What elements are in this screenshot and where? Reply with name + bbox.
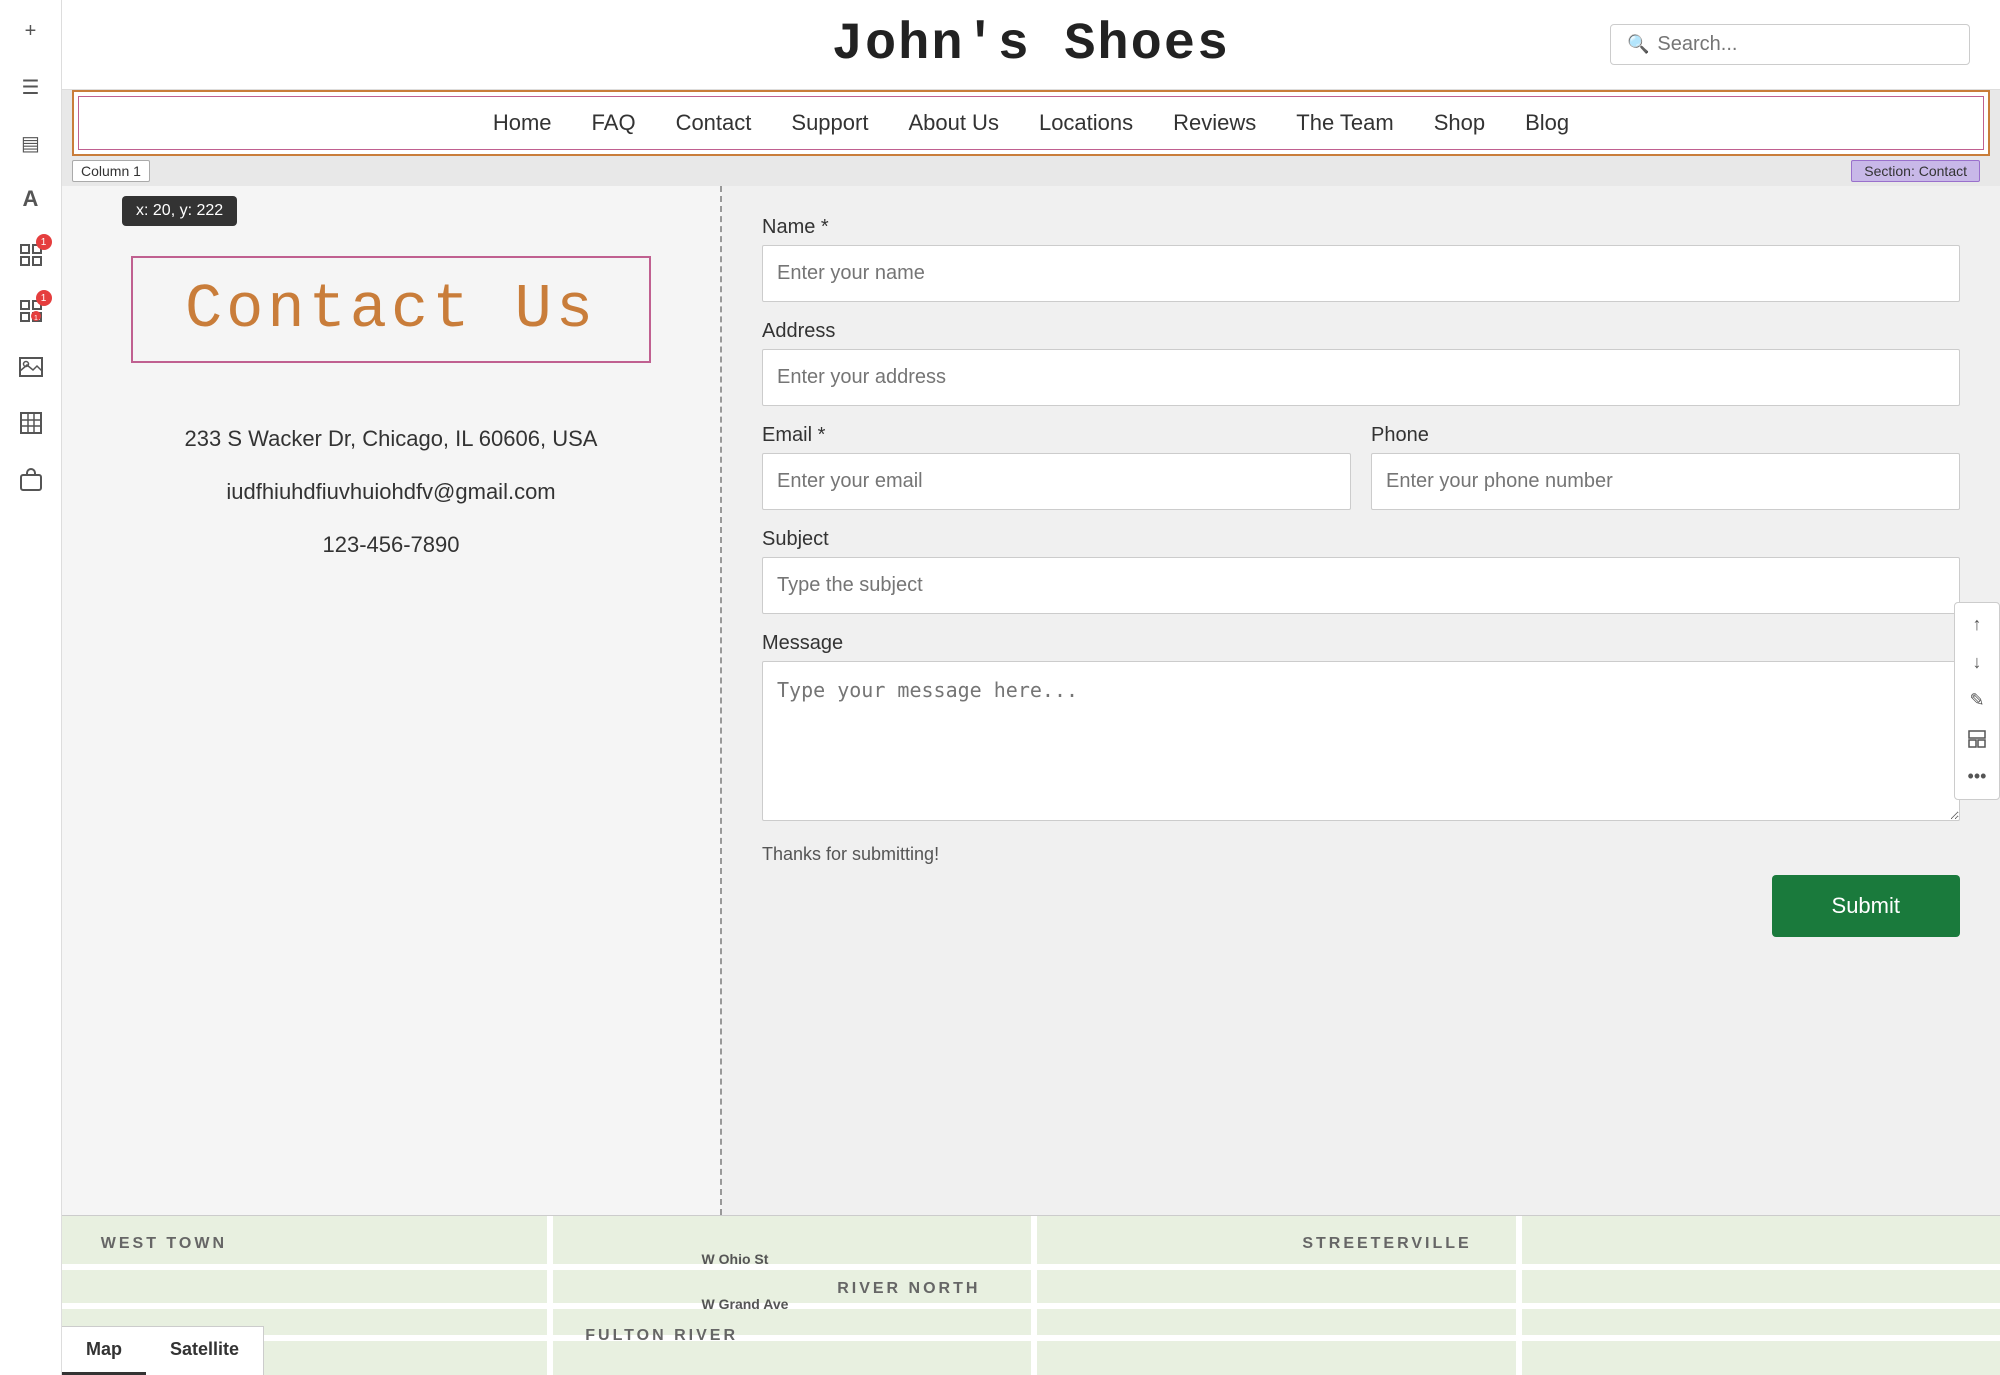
subject-label: Subject xyxy=(762,528,1960,551)
phone-label: Phone xyxy=(1371,424,1960,447)
more-button[interactable]: ••• xyxy=(1959,759,1995,795)
nav-contact[interactable]: Contact xyxy=(676,110,752,136)
nav-home[interactable]: Home xyxy=(493,110,552,136)
contact-info: 233 S Wacker Dr, Chicago, IL 60606, USA … xyxy=(185,413,598,571)
form-row-address: Address xyxy=(762,320,1960,406)
map-label-w-grand: W Grand Ave xyxy=(702,1296,789,1312)
map-label-w-ohio: W Ohio St xyxy=(702,1251,769,1267)
form-row-name: Name * xyxy=(762,216,1960,302)
navbar-wrapper: Home FAQ Contact Support About Us Locati… xyxy=(72,90,1990,156)
nav-about[interactable]: About Us xyxy=(908,110,999,136)
svg-text:1: 1 xyxy=(34,315,38,322)
map-label-fulton-river: FULTON RIVER xyxy=(585,1327,738,1345)
contact-phone: 123-456-7890 xyxy=(185,519,598,572)
contact-heading-box: Contact Us xyxy=(131,256,651,363)
layout-button[interactable] xyxy=(1959,721,1995,757)
column-label: Column 1 xyxy=(72,160,150,182)
map-area: WEST TOWN RIVER NORTH STREETERVILLE FULT… xyxy=(62,1215,2000,1375)
form-row-email-phone: Email * Phone xyxy=(762,424,1960,510)
section-label-bar: Column 1 Section: Contact xyxy=(62,156,2000,186)
section-label: Section: Contact xyxy=(1851,160,1980,182)
plus-icon[interactable]: + xyxy=(14,14,48,48)
search-box[interactable]: 🔍 xyxy=(1610,24,1970,65)
nav-locations[interactable]: Locations xyxy=(1039,110,1133,136)
menu-icon[interactable]: ☰ xyxy=(14,70,48,104)
map-tabs: Map Satellite xyxy=(62,1326,264,1375)
map-label-west-town: WEST TOWN xyxy=(101,1235,227,1253)
nav-blog[interactable]: Blog xyxy=(1525,110,1569,136)
contact-heading: Contact Us xyxy=(173,274,609,345)
map-label-river-north: RIVER NORTH xyxy=(837,1280,980,1298)
message-label: Message xyxy=(762,632,1960,655)
coordinates-tooltip: x: 20, y: 222 xyxy=(122,196,237,226)
badge-count: 1 xyxy=(36,234,52,250)
nav-team[interactable]: The Team xyxy=(1296,110,1393,136)
search-input[interactable] xyxy=(1657,33,1953,56)
contact-address: 233 S Wacker Dr, Chicago, IL 60606, USA xyxy=(185,413,598,466)
email-label: Email * xyxy=(762,424,1351,447)
content-area: x: 20, y: 222 Contact Us 233 S Wacker Dr… xyxy=(62,186,2000,1215)
right-controls-panel: ↑ ↓ ✎ ••• xyxy=(1954,602,2000,800)
email-input[interactable] xyxy=(762,453,1351,510)
map-background: WEST TOWN RIVER NORTH STREETERVILLE FULT… xyxy=(62,1216,2000,1375)
text-icon[interactable]: A xyxy=(14,182,48,216)
badge-count2: 1 xyxy=(36,290,52,306)
form-row-subject: Subject xyxy=(762,528,1960,614)
map-tab-map[interactable]: Map xyxy=(62,1327,146,1375)
image-icon[interactable] xyxy=(14,350,48,384)
apps2-icon[interactable]: 1 1 xyxy=(14,294,48,328)
navbar: Home FAQ Contact Support About Us Locati… xyxy=(74,92,1988,154)
nav-faq[interactable]: FAQ xyxy=(592,110,636,136)
nav-shop[interactable]: Shop xyxy=(1434,110,1485,136)
map-label-streeterville: STREETERVILLE xyxy=(1302,1235,1471,1253)
main-area: John's Shoes 🔍 Home FAQ Contact Support … xyxy=(62,0,2000,1375)
nav-reviews[interactable]: Reviews xyxy=(1173,110,1256,136)
thanks-text: Thanks for submitting! xyxy=(762,844,1960,865)
bag-icon[interactable] xyxy=(14,462,48,496)
site-title: John's Shoes xyxy=(832,15,1230,74)
address-label: Address xyxy=(762,320,1960,343)
search-icon: 🔍 xyxy=(1627,34,1649,55)
message-textarea[interactable] xyxy=(762,661,1960,821)
nav-support[interactable]: Support xyxy=(791,110,868,136)
name-label: Name * xyxy=(762,216,1960,239)
contact-email: iudfhiuhdfiuvhuiohdfv@gmail.com xyxy=(185,466,598,519)
form-col-phone: Phone xyxy=(1371,424,1960,510)
topbar: John's Shoes 🔍 xyxy=(62,0,2000,90)
right-column: Name * Address Email * Phone xyxy=(722,186,2000,1215)
subject-input[interactable] xyxy=(762,557,1960,614)
down-button[interactable]: ↓ xyxy=(1959,645,1995,681)
phone-input[interactable] xyxy=(1371,453,1960,510)
left-column: x: 20, y: 222 Contact Us 233 S Wacker Dr… xyxy=(62,186,722,1215)
name-input[interactable] xyxy=(762,245,1960,302)
map-tab-satellite[interactable]: Satellite xyxy=(146,1327,263,1375)
submit-button[interactable]: Submit xyxy=(1772,875,1960,937)
apps-icon[interactable]: 1 xyxy=(14,238,48,272)
address-input[interactable] xyxy=(762,349,1960,406)
form-row-message: Message xyxy=(762,632,1960,826)
grid-icon[interactable] xyxy=(14,406,48,440)
list-icon[interactable]: ▤ xyxy=(14,126,48,160)
contact-form: Name * Address Email * Phone xyxy=(762,216,1960,937)
pencil-button[interactable]: ✎ xyxy=(1959,683,1995,719)
form-col-email: Email * xyxy=(762,424,1351,510)
sidebar: + ☰ ▤ A 1 1 1 xyxy=(0,0,62,1375)
up-button[interactable]: ↑ xyxy=(1959,607,1995,643)
